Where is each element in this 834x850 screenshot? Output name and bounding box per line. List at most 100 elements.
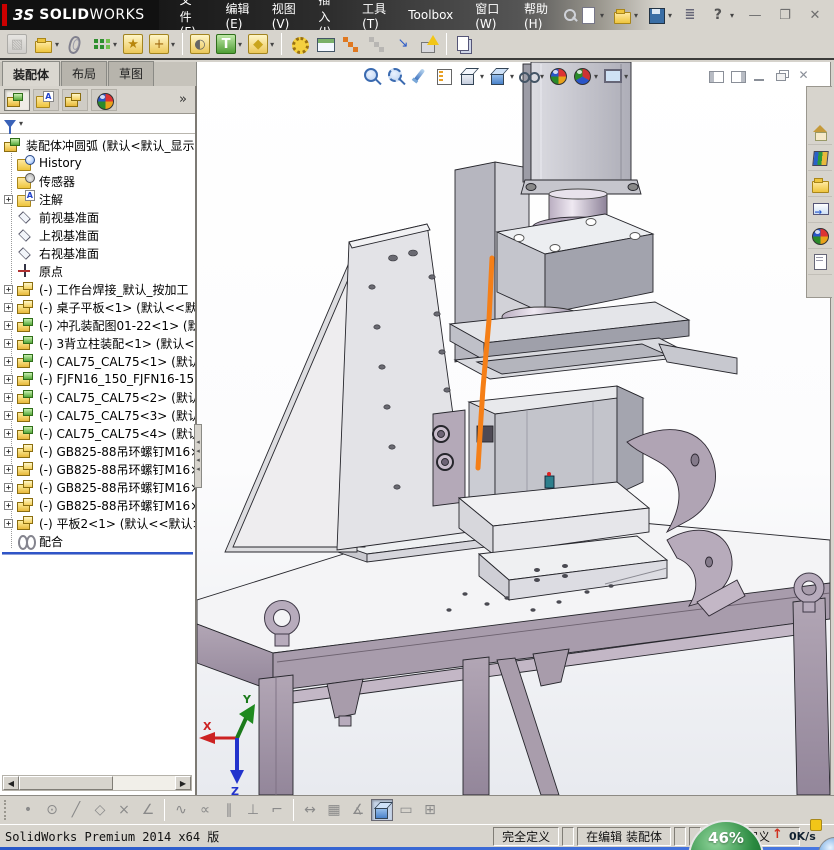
dropdown-caret-icon[interactable]: ▾: [171, 40, 175, 49]
tab-装配体[interactable]: 装配体: [2, 61, 60, 87]
angle-dimension-icon[interactable]: ∡: [347, 799, 369, 821]
tree-item-4[interactable]: 前视基准面: [0, 208, 195, 226]
assembly-visualization-button[interactable]: [452, 32, 476, 56]
motion-study-button[interactable]: [287, 32, 311, 56]
pane-left-icon[interactable]: [706, 68, 725, 84]
tree-item-11[interactable]: +(-) 3背立柱装配<1> (默认<: [0, 334, 195, 352]
panel-chevron-icon[interactable]: »: [175, 92, 191, 107]
dropdown-caret-icon[interactable]: ▾: [113, 40, 117, 49]
tree-item-7[interactable]: 原点: [0, 262, 195, 280]
exploded-view-button[interactable]: [339, 32, 363, 56]
expand-icon[interactable]: +: [4, 393, 13, 402]
save-button[interactable]: ▾: [644, 3, 674, 27]
delete-relation-icon[interactable]: ×: [113, 799, 135, 821]
tree-item-19[interactable]: +(-) GB825-88吊环螺钉M16×2: [0, 478, 195, 496]
search-icon[interactable]: [560, 6, 574, 24]
dropdown-caret-icon[interactable]: ▾: [594, 72, 598, 81]
file-explorer-button[interactable]: [808, 171, 832, 197]
section-view-button[interactable]: [433, 65, 455, 87]
scroll-track[interactable]: [113, 776, 175, 790]
featuremanager-tab[interactable]: [4, 89, 30, 111]
corner-relation-icon[interactable]: ⌐: [266, 799, 288, 821]
pierce-relation-icon[interactable]: ∝: [194, 799, 216, 821]
dropdown-caret-icon[interactable]: ▾: [238, 40, 242, 49]
edit-component-button[interactable]: ▧: [5, 32, 29, 56]
doc-restore-icon[interactable]: [772, 68, 791, 84]
assembly-features-button[interactable]: T▾: [214, 32, 244, 56]
linear-component-pattern-button[interactable]: ▾: [89, 32, 119, 56]
help-button[interactable]: ?▾: [706, 3, 736, 27]
panel-h-scrollbar[interactable]: ◀ ▶: [2, 775, 192, 791]
tree-item-5[interactable]: 上视基准面: [0, 226, 195, 244]
dropdown-caret-icon[interactable]: ▾: [270, 40, 274, 49]
propertymanager-tab[interactable]: [33, 89, 59, 111]
doc-minimize-icon[interactable]: [750, 68, 769, 84]
tree-item-21[interactable]: +(-) 平板2<1> (默认<<默认>: [0, 514, 195, 532]
previous-view-button[interactable]: [409, 65, 431, 87]
expand-icon[interactable]: +: [4, 411, 13, 420]
expand-icon[interactable]: +: [4, 195, 13, 204]
parallel-relation-icon[interactable]: ∥: [218, 799, 240, 821]
expand-icon[interactable]: +: [4, 285, 13, 294]
tree-item-12[interactable]: +(-) CAL75_CAL75<1> (默认<: [0, 352, 195, 370]
restore-button[interactable]: ❐: [772, 6, 798, 24]
explode-line-sketch-button[interactable]: [365, 32, 389, 56]
tab-布局[interactable]: 布局: [61, 61, 107, 86]
tree-item-17[interactable]: +(-) GB825-88吊环螺钉M16×2: [0, 442, 195, 460]
expand-icon[interactable]: +: [4, 339, 13, 348]
tree-item-1[interactable]: History: [0, 154, 195, 172]
expand-icon[interactable]: +: [4, 375, 13, 384]
viewport-single-icon[interactable]: ▭: [395, 799, 417, 821]
dropdown-caret-icon[interactable]: ▾: [634, 11, 638, 20]
polygon-icon[interactable]: ◇: [89, 799, 111, 821]
zoom-area-button[interactable]: [385, 65, 407, 87]
reference-geometry-button[interactable]: ◆▾: [246, 32, 276, 56]
insert-components-button[interactable]: ▾: [31, 32, 61, 56]
tree-item-14[interactable]: +(-) CAL75_CAL75<2> (默认<: [0, 388, 195, 406]
angle-relation-icon[interactable]: ∠: [137, 799, 159, 821]
filter-funnel-icon[interactable]: [4, 120, 16, 128]
close-button[interactable]: ✕: [802, 6, 828, 24]
dropdown-caret-icon[interactable]: ▾: [600, 11, 604, 20]
edit-appearance-button[interactable]: [547, 65, 569, 87]
display-style-button[interactable]: ▾: [487, 65, 515, 87]
tangent-relation-icon[interactable]: ∿: [170, 799, 192, 821]
zoom-fit-button[interactable]: [361, 65, 383, 87]
minimize-button[interactable]: —: [742, 6, 768, 24]
scroll-thumb[interactable]: [19, 776, 113, 790]
expand-icon[interactable]: +: [4, 447, 13, 456]
rollback-bar[interactable]: [2, 552, 193, 555]
view-settings-button[interactable]: ▾: [601, 65, 629, 87]
hide-show-items-button[interactable]: ▾: [517, 65, 545, 87]
dropdown-caret-icon[interactable]: ▾: [668, 11, 672, 20]
design-library-button[interactable]: [808, 145, 832, 171]
displaymanager-tab[interactable]: [91, 89, 117, 111]
shaded-view-cube-icon[interactable]: [371, 799, 393, 821]
smart-fasteners-button[interactable]: ★: [121, 32, 145, 56]
tree-item-6[interactable]: 右视基准面: [0, 244, 195, 262]
doc-close-icon[interactable]: ✕: [794, 68, 813, 84]
sketch-line-icon[interactable]: ╱: [65, 799, 87, 821]
graphics-area[interactable]: X Y Z ▾▾▾▾▾ ✕: [197, 62, 830, 795]
tree-item-8[interactable]: +(-) 工作台焊接_默认_按加工: [0, 280, 195, 298]
model-3d-view[interactable]: X Y Z: [197, 62, 830, 795]
tree-item-20[interactable]: +(-) GB825-88吊环螺钉M16×2: [0, 496, 195, 514]
tree-item-10[interactable]: +(-) 冲孔装配图01-22<1> (默: [0, 316, 195, 334]
tree-item-15[interactable]: +(-) CAL75_CAL75<3> (默认<: [0, 406, 195, 424]
menu-item-5[interactable]: Toolbox: [397, 3, 464, 27]
dropdown-caret-icon[interactable]: ▾: [730, 11, 734, 20]
print-button[interactable]: ≣: [678, 3, 702, 27]
dropdown-caret-icon[interactable]: ▾: [510, 72, 514, 81]
view-orientation-button[interactable]: ▾: [457, 65, 485, 87]
expand-icon[interactable]: +: [4, 519, 13, 528]
expand-icon[interactable]: +: [4, 501, 13, 510]
scroll-left-button[interactable]: ◀: [3, 776, 19, 790]
custom-properties-button[interactable]: [808, 249, 832, 275]
pane-right-icon[interactable]: [728, 68, 747, 84]
perpendicular-relation-icon[interactable]: ⊥: [242, 799, 264, 821]
tree-item-13[interactable]: +(-) FJFN16_150_FJFN16-150: [0, 370, 195, 388]
grid-snap-icon[interactable]: ▦: [323, 799, 345, 821]
tree-item-18[interactable]: +(-) GB825-88吊环螺钉M16×2: [0, 460, 195, 478]
panel-splitter-handle[interactable]: ◂◂◂◂: [194, 424, 202, 488]
tree-item-22[interactable]: 配合: [0, 532, 195, 550]
